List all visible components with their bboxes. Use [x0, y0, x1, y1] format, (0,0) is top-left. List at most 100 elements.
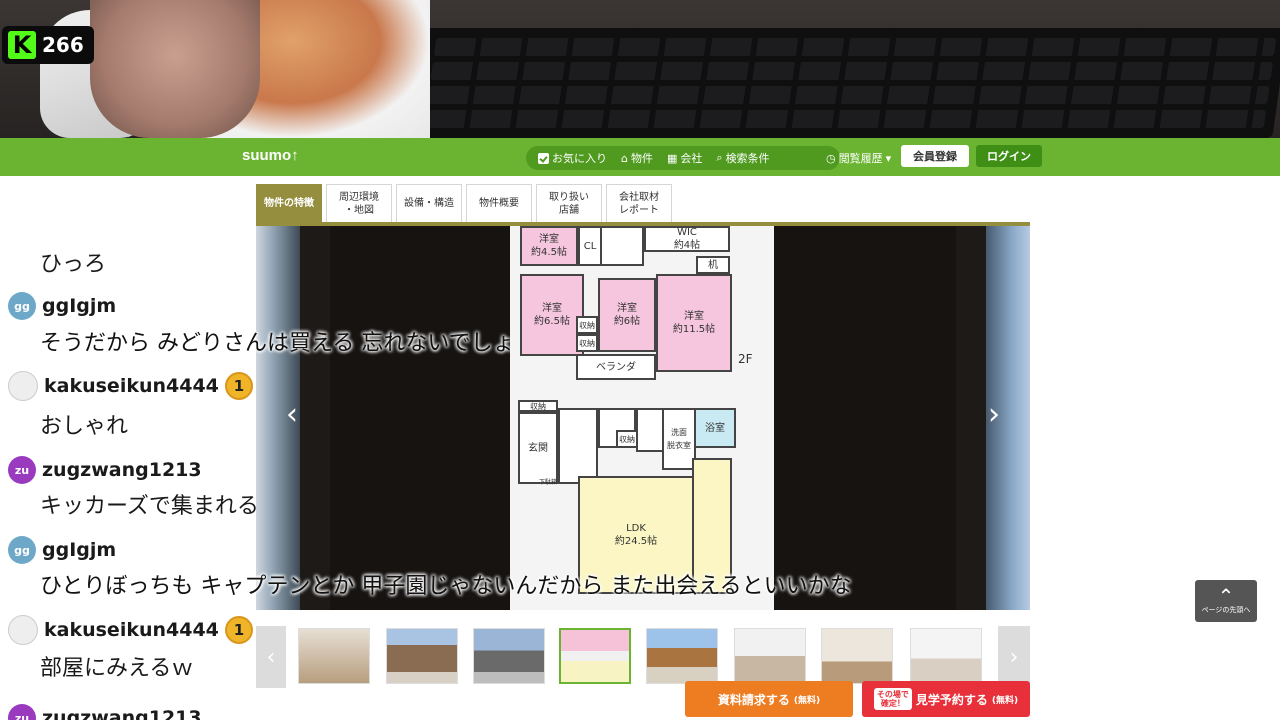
viewer-count: 266: [42, 33, 84, 57]
cta-label: 資料請求する: [717, 692, 790, 707]
chat-username[interactable]: zugzwang1213: [42, 459, 202, 481]
chat-user: gg ggIgjm: [8, 292, 116, 320]
room-name: 洋室: [542, 303, 562, 314]
avatar-dog-icon: [8, 615, 38, 645]
search-icon: ⌕: [716, 151, 723, 164]
thumbnail[interactable]: [734, 628, 806, 684]
thumbnail[interactable]: [386, 628, 458, 684]
chat-user: zu zugzwang1213: [8, 704, 202, 720]
photo-gallery: ‹ › 洋室 約4.5帖 CL WIC 約4帖 机 洋室 約6.5帖 収納 収納…: [256, 226, 1030, 610]
reserve-visit-button[interactable]: その場で 確定！ 見学予約する (無料): [862, 681, 1030, 717]
chat-username[interactable]: kakuseikun4444: [44, 619, 219, 641]
chat-username[interactable]: kakuseikun4444: [44, 375, 219, 397]
property-tabs: 物件の特徴 周辺環境 ・地図 設備・構造 物件概要 取り扱い 店舗 会社取材 レ…: [256, 184, 672, 222]
room-size: 約6.5帖: [534, 316, 570, 327]
room-size: 約24.5帖: [614, 536, 658, 547]
cta-label: 見学予約する: [915, 692, 988, 707]
thumbnail[interactable]: [646, 628, 718, 684]
room-name: LDK: [626, 523, 646, 534]
desk-area: 机: [696, 256, 730, 274]
thumbnail-strip: ‹ ›: [256, 626, 1030, 688]
storage-1f-b: 収納: [616, 430, 638, 448]
nav-property[interactable]: ⌂ 物件: [621, 150, 653, 166]
chat-user: kakuseikun4444 1 ✦: [8, 615, 256, 645]
webcam-feed: [0, 0, 1280, 138]
tab-features[interactable]: 物件の特徴: [256, 184, 322, 222]
gallery-divider: [300, 226, 330, 610]
rank-badge-icon: 1: [224, 372, 253, 400]
tab-overview[interactable]: 物件概要: [466, 184, 532, 222]
avatar: zu: [8, 704, 36, 720]
header-nav: お気に入り ⌂ 物件 ▦ 会社 ⌕ 検索条件: [526, 146, 840, 170]
storage-2f-b: 収納: [576, 334, 598, 352]
site-header: suumo↑ お気に入り ⌂ 物件 ▦ 会社 ⌕ 検索条件 ◷ 閲覧履歴 ▾ 会員登録 ロ…: [0, 138, 1280, 176]
toilet: [636, 408, 664, 452]
room-name: 洋室: [617, 303, 637, 314]
tab-surroundings[interactable]: 周辺環境 ・地図: [326, 184, 392, 222]
chat-message-text: 部屋にみえるｗ: [40, 656, 194, 681]
thumbnail[interactable]: [473, 628, 545, 684]
chat-username[interactable]: ggIgjm: [42, 539, 116, 561]
veranda: ベランダ: [576, 354, 656, 380]
cta-note: (無料): [991, 695, 1019, 706]
nav-search-conditions[interactable]: ⌕ 検索条件: [716, 150, 769, 166]
chat-message-text: おしゃれ: [40, 414, 129, 439]
chat-user: zu zugzwang1213: [8, 456, 202, 484]
clock-icon: ◷: [826, 151, 836, 165]
register-button[interactable]: 会員登録: [901, 145, 969, 167]
page-top-label: ページの先頭へ: [1201, 606, 1251, 614]
chat-username[interactable]: zugzwang1213: [42, 707, 202, 720]
thumbs-next-icon[interactable]: ›: [998, 626, 1030, 688]
login-button[interactable]: ログイン: [976, 145, 1042, 167]
thumbnail-active[interactable]: [559, 628, 631, 684]
page-top-button[interactable]: ⌃ ページの先頭へ: [1195, 580, 1257, 622]
thumbs-prev-icon[interactable]: ‹: [256, 626, 286, 688]
thumbnail[interactable]: [298, 628, 370, 684]
gallery-next-arrow-icon[interactable]: ›: [982, 394, 1006, 434]
tab-store[interactable]: 取り扱い 店舗: [536, 184, 602, 222]
chat-message-text: そうだから みどりさんは買える 忘れないでしょ: [40, 331, 515, 356]
cta-note: (無料): [793, 695, 821, 706]
avatar: zu: [8, 456, 36, 484]
chat-message-text: キッカーズで集まれるｗ: [40, 494, 256, 519]
house-icon: ⌂: [621, 151, 628, 165]
room-2f-western-3: 洋室 約6帖: [598, 278, 656, 352]
room-name: WIC: [677, 227, 697, 238]
tab-equipment[interactable]: 設備・構造: [396, 184, 462, 222]
building-icon: ▦: [666, 151, 678, 165]
room-size: 約6帖: [613, 316, 641, 327]
keyboard-image: [402, 28, 1280, 138]
request-documents-button[interactable]: 資料請求する (無料): [685, 681, 853, 717]
thumbnail[interactable]: [910, 628, 982, 684]
chevron-down-icon: ▾: [885, 151, 892, 165]
room-2f-western-2: 洋室 約6.5帖: [520, 274, 584, 356]
bathroom: 浴室: [694, 408, 736, 448]
nav-company[interactable]: ▦ 会社: [667, 150, 702, 166]
entrance: 玄関: [518, 412, 558, 484]
room-size: 約11.5帖: [672, 324, 716, 335]
storage-2f-a: 収納: [576, 316, 598, 334]
hand-image: [90, 0, 260, 138]
chat-panel: ひっろ gg ggIgjm kakuseikun4444 1 ✦ おしゃれ zu…: [0, 176, 256, 720]
room-2f-western-1: 洋室 約4.5帖: [520, 226, 578, 266]
chat-user: gg ggIgjm: [8, 536, 116, 564]
room-size: 約4.5帖: [531, 247, 567, 258]
chevron-up-icon: ⌃: [1217, 584, 1235, 608]
gallery-prev-arrow-icon[interactable]: ‹: [280, 394, 304, 434]
viewer-count-badge: K 266: [2, 26, 94, 64]
chat-user: kakuseikun4444 1 ✦: [8, 371, 256, 401]
suumo-logo[interactable]: suumo↑: [242, 147, 299, 164]
avatar-dog-icon: [8, 371, 38, 401]
shoe-cabinet: 下駄箱: [538, 478, 557, 486]
thumbnail[interactable]: [821, 628, 893, 684]
instant-confirm-stamp: その場で 確定！: [873, 688, 912, 710]
chat-message-text: ひっろ: [40, 252, 107, 277]
chat-message-text: ひとりぼっちも キャプテンとか 甲子園じゃないんだから また出会えるといいかな: [40, 574, 852, 599]
history-dropdown[interactable]: ◷ 閲覧履歴 ▾: [826, 150, 891, 166]
room-name: 洋室: [539, 234, 559, 245]
floorplan-image: 洋室 約4.5帖 CL WIC 約4帖 机 洋室 約6.5帖 収納 収納 洋室 …: [510, 226, 774, 610]
room-2f-western-4: 洋室 約11.5帖: [656, 274, 732, 372]
tab-report[interactable]: 会社取材 レポート: [606, 184, 672, 222]
chat-username[interactable]: ggIgjm: [42, 295, 116, 317]
nav-favorites[interactable]: お気に入り: [538, 150, 607, 166]
